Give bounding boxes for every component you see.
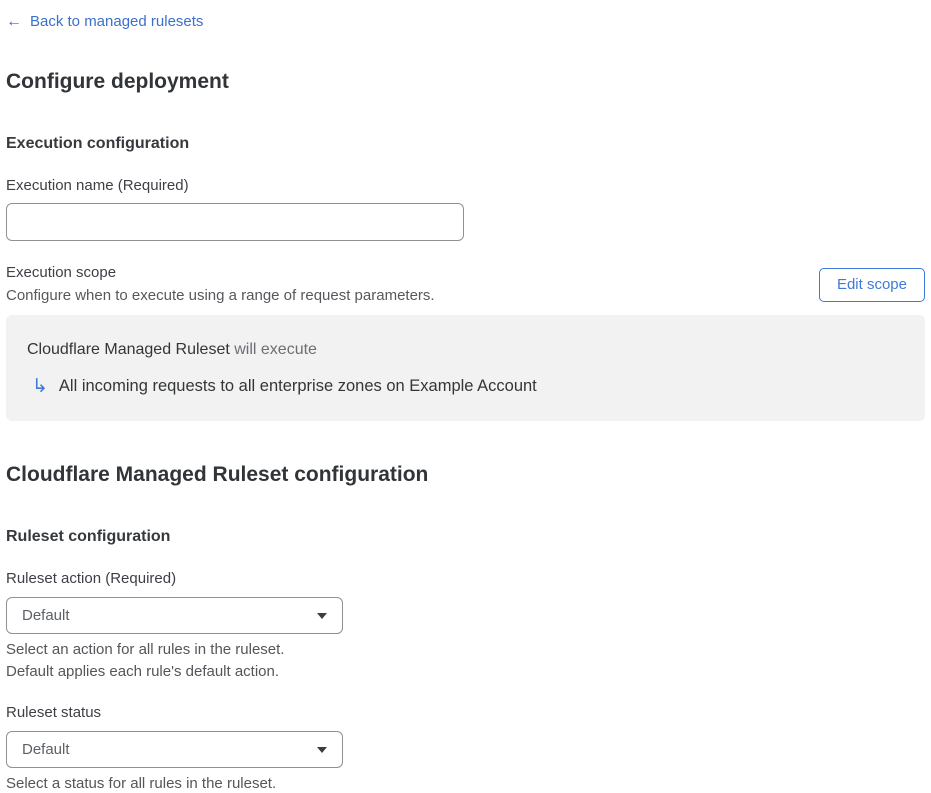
ruleset-configuration-section-title: Cloudflare Managed Ruleset configuration	[6, 463, 429, 486]
ruleset-status-select[interactable]: Default	[6, 731, 343, 768]
page-title: Configure deployment	[6, 70, 229, 93]
summary-ruleset-name: Cloudflare Managed Ruleset	[27, 341, 230, 358]
execution-scope-label: Execution scope	[6, 264, 117, 281]
execution-scope-text: Execution scope Configure when to execut…	[6, 263, 435, 306]
execution-name-label: Execution name (Required)	[6, 177, 189, 194]
ruleset-status-value: Default	[22, 741, 70, 758]
ruleset-action-help-line1: Select an action for all rules in the ru…	[6, 641, 285, 658]
summary-line-2: ↳ All incoming requests to all enterpris…	[27, 376, 903, 397]
configure-deployment-page: ← Back to managed rulesets Configure dep…	[0, 0, 931, 793]
left-arrow-icon: ←	[6, 13, 22, 30]
summary-scope-text: All incoming requests to all enterprise …	[58, 377, 537, 395]
ruleset-status-label: Ruleset status	[6, 704, 102, 721]
execution-summary-panel: Cloudflare Managed Ruleset will execute …	[6, 315, 925, 421]
execution-scope-row: Execution scope Configure when to execut…	[6, 263, 925, 306]
corner-arrow-icon: ↳	[32, 376, 48, 397]
caret-down-icon	[317, 612, 327, 619]
execution-scope-description: Configure when to execute using a range …	[6, 287, 435, 304]
ruleset-action-help: Select an action for all rules in the ru…	[6, 639, 925, 683]
execution-name-input[interactable]	[6, 203, 464, 241]
ruleset-action-select[interactable]: Default	[6, 597, 343, 634]
summary-will-execute: will execute	[229, 341, 317, 358]
back-link-label: Back to managed rulesets	[30, 13, 204, 30]
back-to-managed-rulesets-link[interactable]: ← Back to managed rulesets	[6, 12, 203, 32]
execution-configuration-heading: Execution configuration	[6, 135, 190, 152]
edit-scope-button[interactable]: Edit scope	[818, 267, 925, 302]
ruleset-configuration-heading: Ruleset configuration	[6, 528, 171, 545]
ruleset-action-help-line2: Default applies each rule's default acti…	[6, 663, 280, 680]
ruleset-action-value: Default	[22, 607, 70, 624]
caret-down-icon	[317, 746, 327, 753]
summary-line-1: Cloudflare Managed Ruleset will execute	[27, 339, 903, 360]
ruleset-status-help: Select a status for all rules in the rul…	[6, 775, 277, 792]
ruleset-action-label: Ruleset action (Required)	[6, 570, 177, 587]
